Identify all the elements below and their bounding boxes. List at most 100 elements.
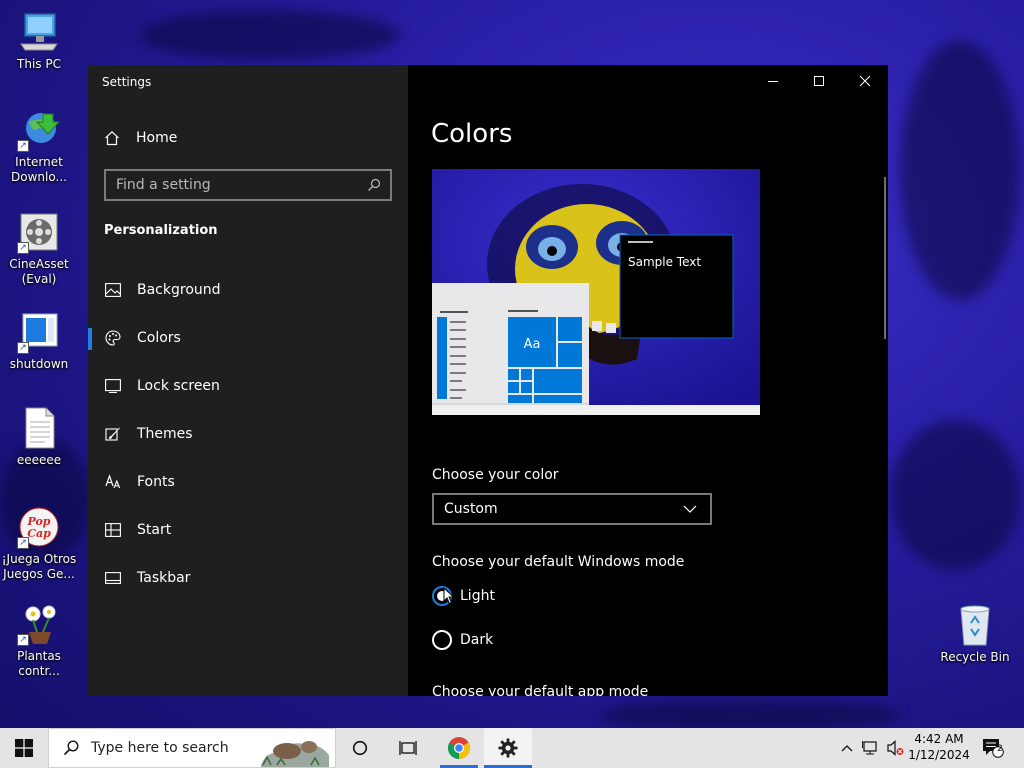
sidebar-item-label: Colors [137, 330, 181, 346]
app-mode-label: Choose your default app mode [432, 684, 649, 696]
action-center-button[interactable]: 2 [976, 728, 1010, 768]
picture-icon [104, 281, 122, 299]
start-button[interactable] [0, 728, 48, 768]
chevron-up-icon [841, 745, 853, 752]
desktop-icon-label: This PC [17, 57, 61, 71]
desktop-icon-recycle-bin[interactable]: Recycle Bin [937, 603, 1013, 665]
sidebar-item-label: Fonts [137, 474, 175, 490]
network-icon [862, 741, 877, 755]
chevron-down-icon [683, 505, 697, 513]
shortcut-arrow-icon: ↗ [17, 342, 29, 354]
choose-color-dropdown[interactable]: Custom [432, 493, 712, 525]
computer-icon [17, 10, 61, 54]
desktop-icon-label: shutdown [9, 357, 69, 371]
clock-date: 1/12/2024 [908, 748, 970, 762]
radio-circle[interactable] [432, 630, 452, 650]
shortcut-arrow-icon: ↗ [17, 634, 29, 646]
desktop-icon-plantas[interactable]: ↗ Plantas contr... [1, 602, 77, 679]
search-icon [63, 740, 79, 756]
svg-text:Cap: Cap [27, 527, 51, 540]
close-icon [859, 75, 871, 87]
cortana-button[interactable] [338, 728, 382, 768]
preview-tile-text: Aa [524, 337, 541, 352]
sidebar-item-fonts[interactable]: Fonts [88, 462, 408, 502]
minimize-button[interactable] [750, 65, 796, 97]
desktop-icon-popcap-games[interactable]: Pop Cap ↗ ¡Juega Otros Juegos Ge... [1, 505, 77, 582]
chrome-icon [448, 737, 470, 759]
desktop-icon-label: eeeeee [16, 453, 62, 467]
sidebar-item-label: Taskbar [137, 570, 191, 586]
sidebar-item-themes[interactable]: Themes [88, 414, 408, 454]
sidebar-item-taskbar[interactable]: Taskbar [88, 558, 408, 598]
brush-icon [104, 425, 122, 443]
home-icon [104, 130, 120, 146]
taskbar-settings-button[interactable] [484, 728, 532, 768]
find-setting-input[interactable]: Find a setting [104, 169, 392, 201]
desktop-icon-label: ¡Juega Otros Juegos Ge... [1, 552, 77, 581]
sidebar-item-label: Lock screen [137, 378, 220, 394]
radio-dark-mode[interactable]: Dark [432, 629, 493, 651]
settings-content: Colors Aa Sample Text Choose your color … [408, 65, 888, 696]
mouse-cursor-icon [443, 587, 455, 605]
home-nav-item[interactable]: Home [104, 127, 177, 149]
clock-time: 4:42 AM [914, 732, 964, 746]
shortcut-arrow-icon: ↗ [17, 140, 29, 152]
search-icon[interactable] [358, 178, 390, 192]
text-file-icon [17, 406, 61, 450]
desktop-icon-eeeeee[interactable]: eeeeee [1, 406, 77, 468]
scrollbar[interactable] [884, 177, 886, 339]
maximize-icon [814, 76, 824, 86]
globe-download-icon: ↗ [17, 108, 61, 152]
desktop-icon-this-pc[interactable]: This PC [1, 10, 77, 72]
search-placeholder: Find a setting [116, 177, 211, 193]
windows-logo-icon [15, 739, 33, 757]
choose-color-value: Custom [444, 501, 498, 517]
shortcut-arrow-icon: ↗ [17, 242, 29, 254]
start-icon [104, 521, 122, 539]
gear-icon [498, 738, 518, 758]
taskbar-chrome-button[interactable] [436, 728, 482, 768]
desktop-icon-cineasset[interactable]: ↗ CineAsset (Eval) [1, 210, 77, 287]
task-view-button[interactable] [386, 728, 430, 768]
palette-icon [104, 329, 122, 347]
clock[interactable]: 4:42 AM 1/12/2024 [908, 731, 970, 763]
cortana-circle-icon [352, 740, 368, 756]
lock-screen-icon [104, 377, 122, 395]
notification-count-badge: 2 [997, 744, 1003, 754]
home-label: Home [136, 130, 178, 146]
settings-sidebar: Settings Home Find a setting Personaliza… [88, 65, 408, 696]
desktop-icon-shutdown[interactable]: ↗ shutdown [1, 310, 77, 372]
volume-button[interactable] [884, 728, 906, 768]
desktop-icon-label: Plantas contr... [17, 649, 61, 678]
sidebar-item-colors[interactable]: Colors [88, 318, 408, 358]
desktop-icon-label: Internet Downlo... [11, 155, 67, 184]
close-button[interactable] [842, 65, 888, 97]
section-title-personalization: Personalization [104, 223, 218, 238]
maximize-button[interactable] [796, 65, 842, 97]
window-app-icon: ↗ [17, 310, 61, 354]
color-preview: Aa Sample Text [432, 169, 760, 415]
window-title: Settings [102, 75, 152, 89]
radio-label: Dark [460, 632, 494, 648]
settings-window: Settings Home Find a setting Personaliza… [88, 65, 888, 696]
network-status-button[interactable] [860, 728, 882, 768]
sidebar-item-lock-screen[interactable]: Lock screen [88, 366, 408, 406]
sidebar-item-label: Background [137, 282, 221, 298]
font-icon [104, 473, 122, 491]
windows-mode-label: Choose your default Windows mode [432, 554, 685, 570]
sidebar-item-background[interactable]: Background [88, 270, 408, 310]
task-view-icon [399, 741, 417, 755]
taskbar: Type here to search 4:42 AM 1/12/2024 2 [0, 728, 1024, 768]
taskbar-search-placeholder: Type here to search [91, 740, 229, 756]
minimize-icon [768, 81, 778, 82]
popcap-logo-icon: Pop Cap ↗ [17, 505, 61, 549]
choose-color-label: Choose your color [432, 467, 559, 483]
film-reel-icon: ↗ [17, 210, 61, 254]
volume-muted-icon [887, 740, 904, 756]
radio-light-mode[interactable]: Light [432, 585, 495, 607]
show-hidden-icons-button[interactable] [836, 728, 858, 768]
search-highlight-illustration-icon [261, 741, 329, 767]
taskbar-search-box[interactable]: Type here to search [48, 728, 336, 768]
sidebar-item-start[interactable]: Start [88, 510, 408, 550]
desktop-icon-internet-download-manager[interactable]: ↗ Internet Downlo... [1, 108, 77, 185]
